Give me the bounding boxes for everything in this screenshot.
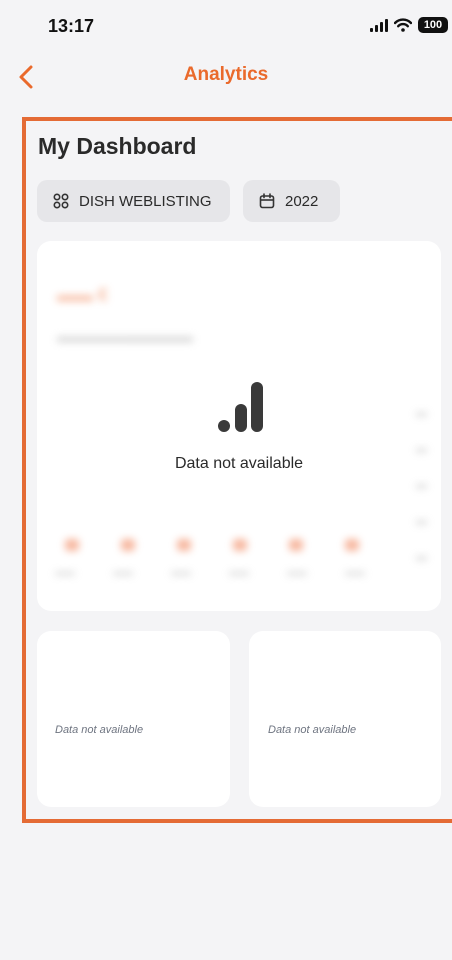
year-filter-button[interactable]: 2022 <box>243 180 340 222</box>
stat-card-right-empty-message: Data not available <box>268 724 357 736</box>
battery-level: 100 <box>423 19 443 31</box>
blurred-value: ▬▬ € <box>57 285 109 305</box>
stat-card-left: Data not available <box>37 631 230 807</box>
grid-icon <box>53 193 69 209</box>
blurred-bars <box>65 539 359 551</box>
stat-card-right: Data not available <box>249 631 441 807</box>
status-bar: 13:17 100 <box>0 0 452 52</box>
wifi-icon <box>394 18 412 32</box>
blurred-axis: ▬ ▬ ▬ ▬ ▬ <box>416 407 427 563</box>
blurred-label: ▬▬▬▬▬▬▬▬ <box>57 327 193 346</box>
cellular-signal-icon <box>370 18 388 32</box>
status-icons: 100 <box>370 17 448 33</box>
business-filter-button[interactable]: DISH WEBLISTING <box>37 180 230 222</box>
navigation-bar: Analytics <box>0 52 452 100</box>
blurred-ticks: ▬▬ ▬▬ ▬▬ ▬▬ ▬▬ ▬▬ <box>55 567 365 578</box>
status-time: 13:17 <box>48 16 95 36</box>
stat-card-left-empty-message: Data not available <box>55 724 144 736</box>
turnover-chart-card: ▬▬ € ▬▬▬▬▬▬▬▬ ▬ ▬ ▬ ▬ ▬ ▬▬ ▬▬ ▬▬ ▬▬ ▬▬ ▬▬ Data no… <box>37 241 441 611</box>
bar-chart-icon <box>218 382 263 432</box>
business-filter-label: DISH WEBLISTING <box>79 192 212 210</box>
chart-empty-message: Data not available <box>174 455 304 472</box>
dashboard-title: My Dashboard <box>38 133 197 159</box>
year-filter-label: 2022 <box>285 192 319 210</box>
battery-icon: 100 <box>418 17 448 33</box>
calendar-icon <box>259 193 275 209</box>
page-title: Analytics <box>183 64 269 85</box>
